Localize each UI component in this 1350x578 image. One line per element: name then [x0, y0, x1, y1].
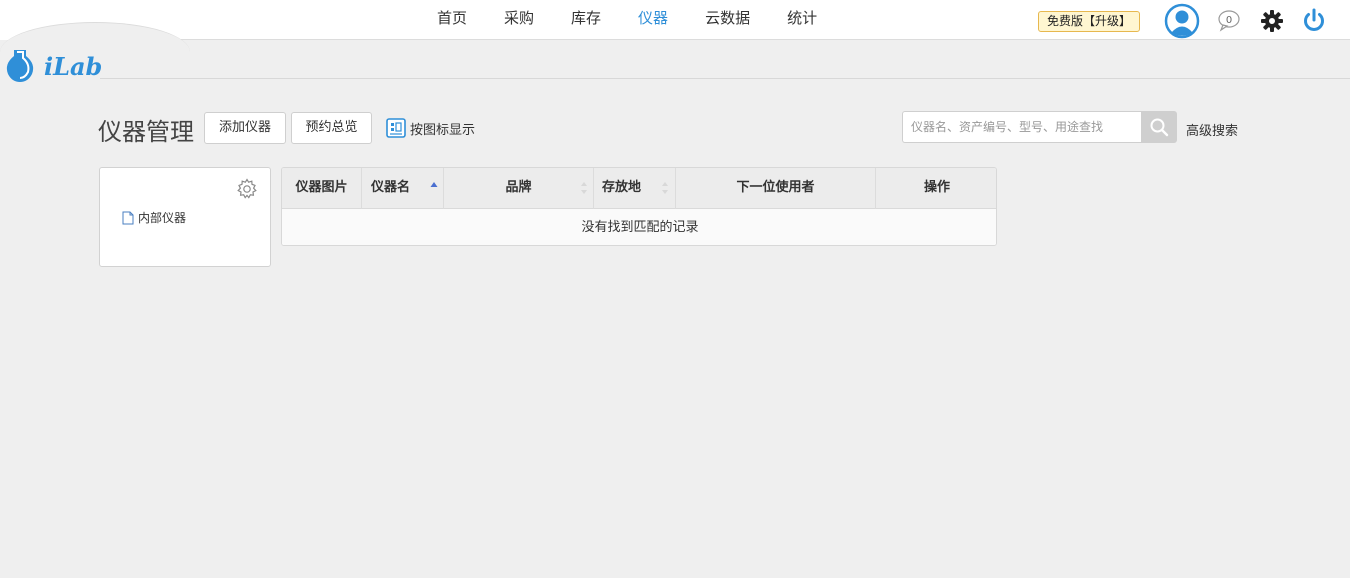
- logo-text: iLab: [44, 52, 103, 81]
- sort-icon: [581, 182, 587, 194]
- header-divider: [100, 78, 1350, 79]
- nav-item-statistics[interactable]: 统计: [787, 8, 817, 30]
- icon-view-icon: [386, 118, 406, 138]
- tree-item-label: 内部仪器: [138, 211, 187, 225]
- icon-view-label: 按图标显示: [410, 122, 476, 138]
- upgrade-badge[interactable]: 免费版【升级】: [1038, 11, 1140, 32]
- file-icon: [122, 211, 134, 224]
- search-button[interactable]: [1141, 111, 1177, 143]
- nav-item-home[interactable]: 首页: [437, 8, 467, 30]
- nav-item-cloud-data[interactable]: 云数据: [705, 8, 750, 30]
- sort-asc-icon: [430, 182, 438, 187]
- empty-table-message: 没有找到匹配的记录: [282, 209, 996, 245]
- tree-item-internal-instruments[interactable]: 内部仪器: [122, 209, 186, 226]
- avatar-icon[interactable]: [1164, 3, 1200, 39]
- column-header-brand[interactable]: 品牌: [444, 168, 594, 209]
- instrument-table: 仪器图片 仪器名 品牌 存放地 下一位使用者 操作 没有找到匹配的记录: [281, 167, 997, 246]
- search-icon: [1150, 118, 1169, 137]
- gear-icon[interactable]: [1260, 9, 1284, 33]
- column-header-image: 仪器图片: [282, 168, 362, 209]
- add-instrument-button[interactable]: 添加仪器: [204, 112, 286, 144]
- main-nav: 首页 采购 库存 仪器 云数据 统计: [437, 8, 854, 30]
- column-header-location[interactable]: 存放地: [594, 168, 676, 209]
- category-panel: 内部仪器: [99, 167, 271, 267]
- panel-settings-icon[interactable]: [235, 177, 259, 201]
- sort-icon: [662, 182, 668, 194]
- column-header-next-user: 下一位使用者: [676, 168, 876, 209]
- column-header-name[interactable]: 仪器名: [362, 168, 444, 209]
- message-count: 0: [1226, 15, 1232, 26]
- top-navbar: 首页 采购 库存 仪器 云数据 统计 免费版【升级】 0: [0, 0, 1350, 82]
- nav-item-inventory[interactable]: 库存: [571, 8, 601, 30]
- nav-item-instruments[interactable]: 仪器: [638, 8, 668, 30]
- search-input[interactable]: [902, 111, 1142, 143]
- nav-item-purchase[interactable]: 采购: [504, 8, 534, 30]
- power-icon[interactable]: [1300, 6, 1328, 34]
- booking-overview-button[interactable]: 预约总览: [291, 112, 372, 144]
- column-header-actions: 操作: [923, 180, 950, 195]
- page-title: 仪器管理: [98, 118, 194, 146]
- table-header: 仪器图片 仪器名 品牌 存放地 下一位使用者 操作: [282, 168, 996, 209]
- message-icon[interactable]: 0: [1215, 8, 1243, 32]
- advanced-search-link[interactable]: 高级搜索: [1186, 120, 1238, 139]
- icon-view-toggle[interactable]: 按图标显示: [386, 117, 475, 139]
